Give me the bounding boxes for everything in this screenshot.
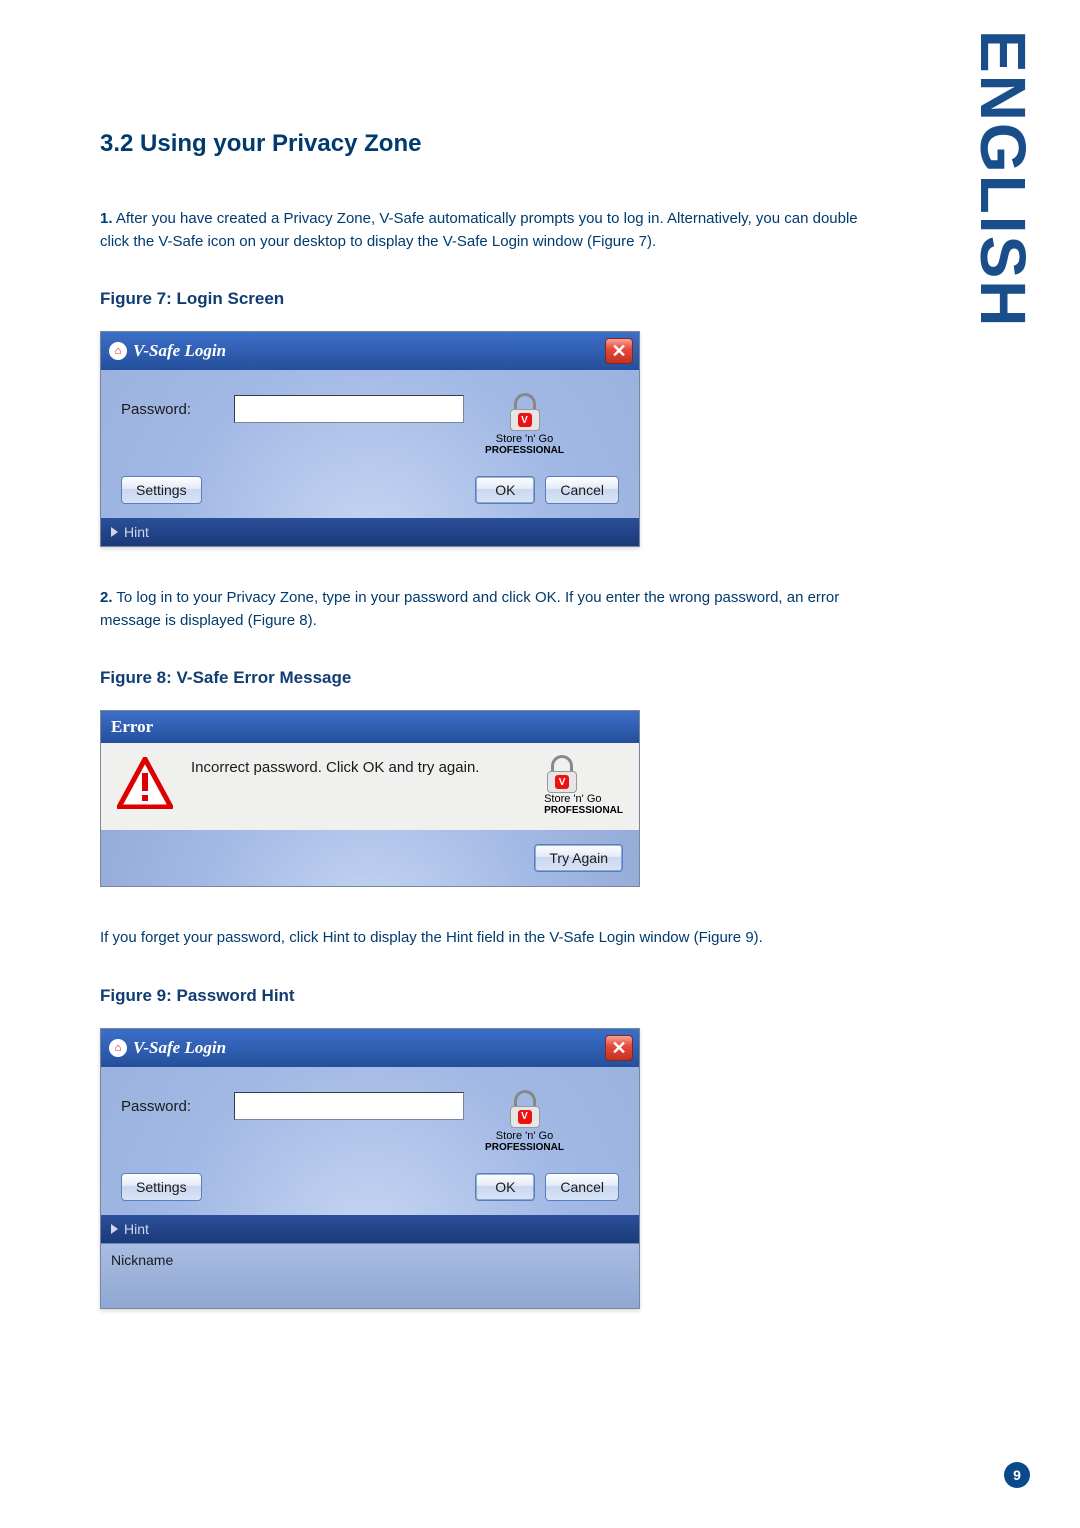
step-2: 2. To log in to your Privacy Zone, type … [100,587,890,632]
password-label: Password: [121,395,216,418]
figure-8-caption: Figure 8: V-Safe Error Message [100,668,890,688]
dialog-title: V-Safe Login [133,1038,226,1058]
login-dialog: ⌂ V-Safe Login ✕ Password: V [100,331,640,547]
hint-panel: Nickname [101,1243,639,1308]
hint-label: Hint [124,524,149,540]
try-again-button[interactable]: Try Again [534,844,623,872]
padlock-icon: V [507,395,543,431]
cancel-button[interactable]: Cancel [545,476,619,504]
figure-8: Error Incorrect password. Click OK and t… [100,710,890,887]
page-number-badge: 9 [1004,1462,1030,1488]
warning-icon [117,757,173,809]
brand-line1: Store 'n' Go [544,793,623,805]
login-dialog-hint: ⌂ V-Safe Login ✕ Password: V [100,1028,640,1309]
brand-logo: V Store 'n' Go PROFESSIONAL [482,1092,567,1153]
close-button[interactable]: ✕ [605,1035,633,1061]
error-dialog: Error Incorrect password. Click OK and t… [100,710,640,887]
step-2-number: 2. [100,589,113,606]
cancel-button[interactable]: Cancel [545,1173,619,1201]
brand-line2: PROFESSIONAL [485,445,564,456]
hint-label: Hint [124,1221,149,1237]
brand-logo: V Store 'n' Go PROFESSIONAL [544,757,623,816]
app-icon: ⌂ [109,1039,127,1057]
figure-9-caption: Figure 9: Password Hint [100,986,890,1006]
close-icon: ✕ [611,1039,626,1057]
dialog-titlebar: ⌂ V-Safe Login ✕ [101,332,639,370]
brand-line1: Store 'n' Go [485,433,564,445]
hint-toggle[interactable]: Hint [101,1215,639,1243]
step-2-text: To log in to your Privacy Zone, type in … [100,589,839,629]
dialog-titlebar: ⌂ V-Safe Login ✕ [101,1029,639,1067]
after-fig8-text: If you forget your password, click Hint … [100,927,890,950]
settings-button[interactable]: Settings [121,476,202,504]
dialog-title: V-Safe Login [133,341,226,361]
padlock-icon: V [544,757,580,793]
close-button[interactable]: ✕ [605,338,633,364]
app-icon: ⌂ [109,342,127,360]
password-label: Password: [121,1092,216,1115]
figure-7-caption: Figure 7: Login Screen [100,289,890,309]
padlock-icon: V [507,1092,543,1128]
password-input[interactable] [234,1092,464,1120]
step-1: 1. After you have created a Privacy Zone… [100,208,890,253]
password-input[interactable] [234,395,464,423]
brand-line2: PROFESSIONAL [485,1142,564,1153]
ok-button[interactable]: OK [475,1173,535,1201]
step-1-text: After you have created a Privacy Zone, V… [100,210,858,250]
page-content: 3.2 Using your Privacy Zone 1. After you… [0,0,990,1309]
brand-line1: Store 'n' Go [485,1130,564,1142]
figure-9: ⌂ V-Safe Login ✕ Password: V [100,1028,890,1309]
chevron-right-icon [111,527,118,537]
chevron-right-icon [111,1224,118,1234]
error-title: Error [101,711,639,743]
ok-button[interactable]: OK [475,476,535,504]
language-tab: ENGLISH [966,30,1040,328]
settings-button[interactable]: Settings [121,1173,202,1201]
step-1-number: 1. [100,210,113,227]
section-heading: 3.2 Using your Privacy Zone [100,130,890,158]
close-icon: ✕ [611,342,626,360]
hint-value: Nickname [111,1252,629,1268]
error-message: Incorrect password. Click OK and try aga… [191,757,526,778]
hint-toggle[interactable]: Hint [101,518,639,546]
brand-logo: V Store 'n' Go PROFESSIONAL [482,395,567,456]
brand-line2: PROFESSIONAL [544,805,623,816]
figure-7: ⌂ V-Safe Login ✕ Password: V [100,331,890,547]
